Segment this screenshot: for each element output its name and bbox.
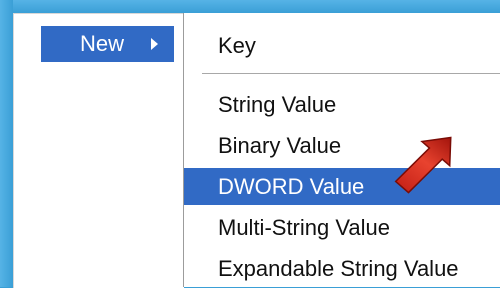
menu-separator: [202, 73, 500, 74]
submenu-item-label: Key: [218, 32, 256, 58]
submenu-item-label: Binary Value: [218, 132, 342, 158]
submenu-item-label: Multi-String Value: [218, 214, 390, 240]
submenu-item-label: Expandable String Value: [218, 255, 459, 281]
submenu-item-expandable-string-value[interactable]: Expandable String Value: [184, 250, 500, 287]
submenu-item-multi-string-value[interactable]: Multi-String Value: [184, 209, 500, 246]
menu-item-new-label: New: [80, 31, 125, 56]
submenu-item-key[interactable]: Key: [184, 27, 500, 64]
context-menu: New: [13, 13, 184, 288]
submenu-item-label: DWORD Value: [218, 173, 365, 199]
red-pointer-arrow-icon: [394, 136, 452, 194]
menu-item-new[interactable]: New: [41, 26, 174, 62]
submenu-item-label: String Value: [218, 91, 337, 117]
submenu-item-string-value[interactable]: String Value: [184, 86, 500, 123]
window-frame-left: [0, 0, 13, 287]
chevron-right-icon: [151, 38, 158, 50]
window-frame-top: [0, 0, 500, 13]
